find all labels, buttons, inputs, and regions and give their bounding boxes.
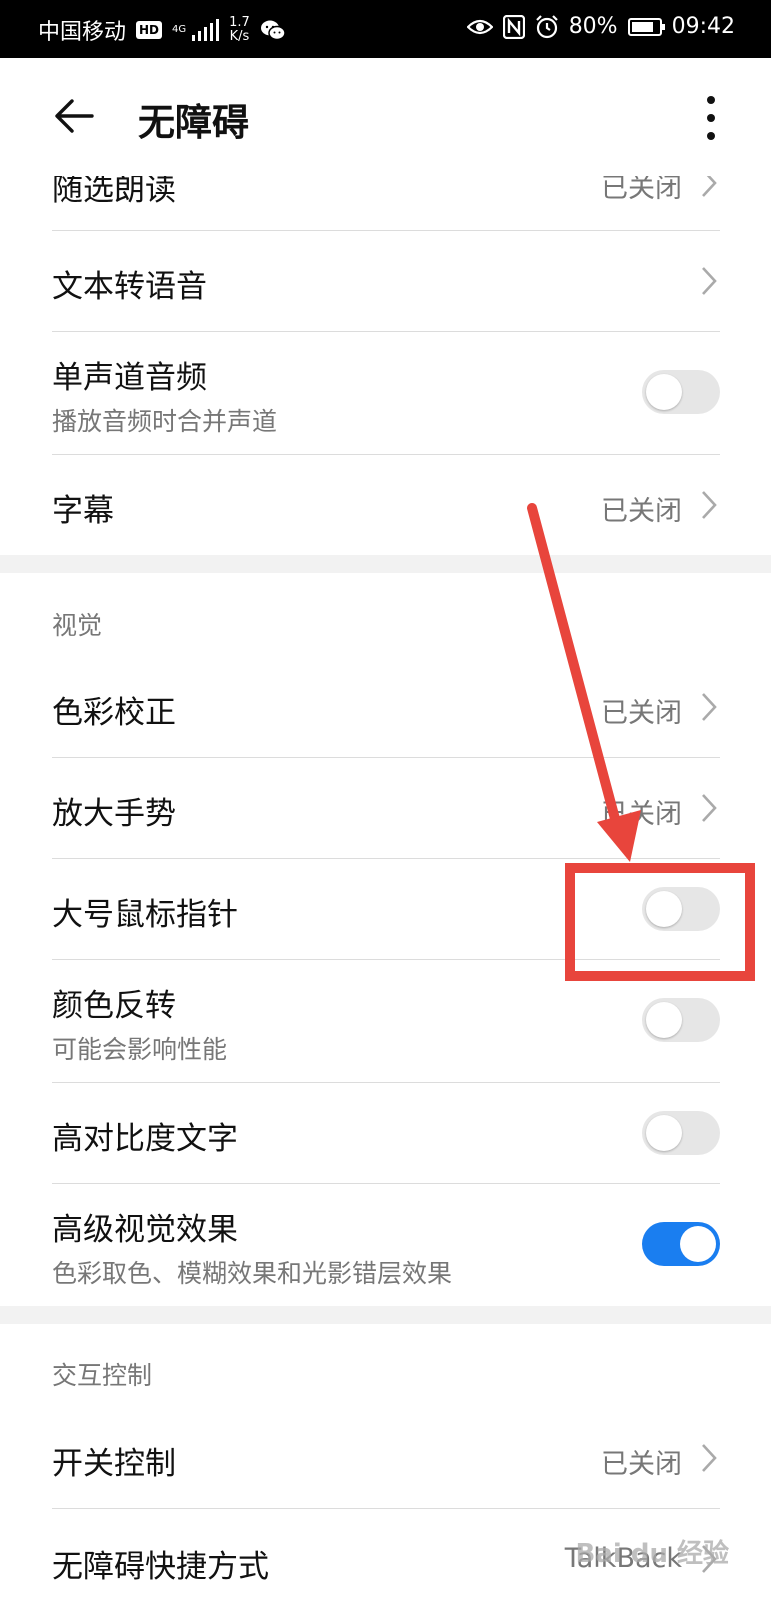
battery-icon xyxy=(627,17,665,36)
nfc-icon xyxy=(502,14,525,39)
page-title: 无障碍 xyxy=(138,101,249,144)
network-speed: 1.7 K/s xyxy=(229,16,250,44)
row-high-contrast-text[interactable]: 高对比度文字 xyxy=(52,1083,720,1183)
row-status: 已关闭 xyxy=(601,799,682,830)
carrier-name: 中国移动 xyxy=(38,20,127,45)
eye-icon xyxy=(466,19,493,34)
chevron-right-icon xyxy=(702,267,717,295)
row-color-correction[interactable]: 色彩校正 已关闭 xyxy=(52,657,720,757)
row-status: 已关闭 xyxy=(601,698,682,729)
wechat-icon xyxy=(260,20,286,41)
section-header-vision: 视觉 xyxy=(52,611,103,640)
section-gap xyxy=(0,1306,771,1324)
section-gap xyxy=(0,555,771,573)
network-speed-unit: K/s xyxy=(229,29,250,44)
clock: 09:42 xyxy=(671,14,735,39)
toggle-knob xyxy=(646,891,682,927)
row-status: 已关闭 xyxy=(601,1449,682,1480)
row-status: 已关闭 xyxy=(601,496,682,527)
toggle-knob xyxy=(680,1226,716,1262)
more-vertical-icon[interactable] xyxy=(699,94,723,142)
row-title: 高级视觉效果 xyxy=(52,1212,238,1248)
signal-icon xyxy=(192,19,220,41)
row-text-to-speech[interactable]: 文本转语音 xyxy=(52,231,720,331)
row-title: 高对比度文字 xyxy=(52,1121,238,1157)
battery-percent: 80% xyxy=(568,14,618,39)
toggle-knob xyxy=(646,374,682,410)
row-title: 字幕 xyxy=(52,493,114,529)
row-mono-audio[interactable]: 单声道音频 播放音频时合并声道 xyxy=(52,332,720,454)
chevron-right-icon xyxy=(702,794,717,822)
color-inversion-toggle[interactable] xyxy=(642,998,720,1042)
baidu-watermark: Bai du 经验 xyxy=(576,1533,730,1570)
row-title: 放大手势 xyxy=(52,796,176,832)
row-switch-access[interactable]: 开关控制 已关闭 xyxy=(52,1408,720,1508)
network-type: 4G xyxy=(172,24,187,35)
row-title: 开关控制 xyxy=(52,1446,176,1482)
row-advanced-visual-effects[interactable]: 高级视觉效果 色彩取色、模糊效果和光影错层效果 xyxy=(52,1184,720,1306)
watermark-text: Bai du 经验 xyxy=(575,1539,730,1569)
row-title: 单声道音频 xyxy=(52,360,207,396)
toggle-knob xyxy=(646,1115,682,1151)
chevron-right-icon xyxy=(702,693,717,721)
advanced-visual-toggle[interactable] xyxy=(642,1222,720,1266)
high-contrast-text-toggle[interactable] xyxy=(642,1111,720,1155)
chevron-right-icon xyxy=(702,491,717,519)
section-header-interaction: 交互控制 xyxy=(52,1361,153,1390)
app-bar: 无障碍 xyxy=(0,58,771,176)
back-arrow-icon[interactable] xyxy=(48,88,104,144)
large-pointer-toggle[interactable] xyxy=(642,887,720,931)
row-title: 无障碍快捷方式 xyxy=(52,1549,269,1585)
mono-audio-toggle[interactable] xyxy=(642,370,720,414)
row-captions[interactable]: 字幕 已关闭 xyxy=(52,455,720,555)
hd-badge: HD xyxy=(136,21,163,39)
toggle-knob xyxy=(646,1002,682,1038)
row-title: 颜色反转 xyxy=(52,988,176,1024)
row-subtitle: 可能会影响性能 xyxy=(52,1035,228,1064)
row-title: 文本转语音 xyxy=(52,269,207,305)
row-subtitle: 播放音频时合并声道 xyxy=(52,407,278,436)
row-title: 大号鼠标指针 xyxy=(52,897,238,933)
row-subtitle: 色彩取色、模糊效果和光影错层效果 xyxy=(52,1259,453,1288)
row-large-pointer[interactable]: 大号鼠标指针 xyxy=(52,859,720,959)
status-bar: 中国移动 HD 4G 1.7 K/s 80% 09:42 xyxy=(0,0,771,58)
row-magnification[interactable]: 放大手势 已关闭 xyxy=(52,758,720,858)
chevron-right-icon xyxy=(702,1444,717,1472)
network-speed-value: 1.7 xyxy=(229,15,250,30)
alarm-icon xyxy=(535,14,558,38)
row-title: 色彩校正 xyxy=(52,695,176,731)
row-color-inversion[interactable]: 颜色反转 可能会影响性能 xyxy=(52,960,720,1082)
